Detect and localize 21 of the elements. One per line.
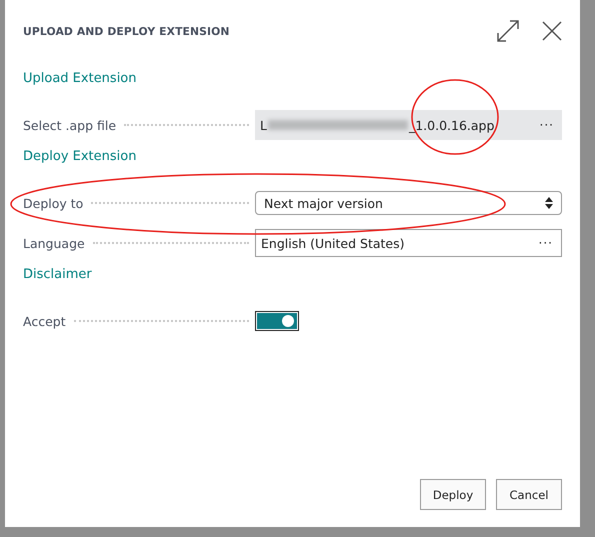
field-label: Accept <box>23 314 66 328</box>
close-icon[interactable] <box>542 21 562 41</box>
dialog-button[interactable]: Cancel <box>496 479 562 510</box>
dialog-title: UPLOAD AND DEPLOY EXTENSION <box>23 24 230 38</box>
more-button[interactable]: ··· <box>538 236 553 250</box>
expand-icon[interactable] <box>496 19 520 43</box>
field-label: Language <box>23 236 85 250</box>
file-name-start: L <box>260 118 267 132</box>
dropdown-value: Next major version <box>264 196 383 210</box>
field-label: Select .app file <box>23 118 116 132</box>
lookup-field[interactable]: English (United States) ··· <box>255 229 562 257</box>
section-heading: Deploy Extension <box>23 148 138 166</box>
updown-arrows-icon <box>545 197 553 209</box>
dialog-button[interactable]: Deploy <box>420 479 486 510</box>
lookup-value: English (United States) <box>261 236 405 250</box>
field-label: Deploy to <box>23 196 84 210</box>
section-heading: Disclaimer <box>23 266 93 284</box>
more-button[interactable]: ··· <box>540 118 554 132</box>
toggle-switch[interactable] <box>255 311 299 331</box>
dropdown-field[interactable]: Next major version <box>255 191 562 215</box>
section-heading: Upload Extension <box>23 70 138 88</box>
